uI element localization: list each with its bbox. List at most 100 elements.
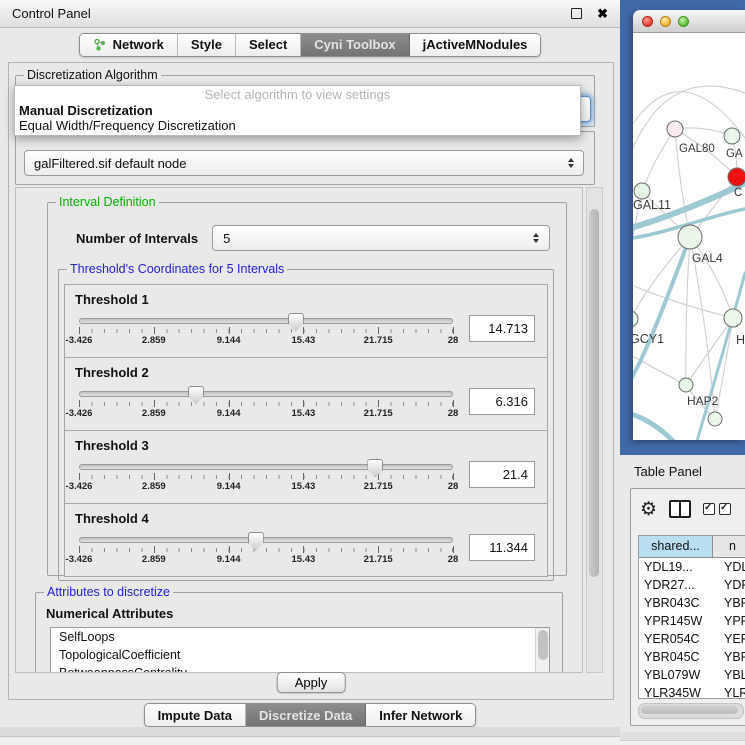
scrollbar-thumb[interactable] — [589, 209, 599, 577]
tab-select[interactable]: Select — [236, 34, 301, 56]
table-row[interactable]: YBL079WYBL0 — [639, 666, 745, 684]
cell-shared-name[interactable]: YDR27... — [639, 576, 718, 594]
list-item[interactable]: SelfLoops — [51, 628, 549, 646]
tab-style[interactable]: Style — [178, 34, 236, 56]
table-horizontal-scrollbar[interactable] — [638, 703, 744, 719]
network-node[interactable] — [678, 225, 702, 249]
threshold-value-field[interactable]: 14.713 — [469, 315, 535, 342]
cell-name[interactable]: YBR0 — [718, 648, 745, 666]
slider-track[interactable] — [79, 464, 453, 470]
scrollbar-thumb[interactable] — [641, 706, 738, 714]
column-header-name[interactable]: n — [713, 536, 745, 557]
slider-tick-label: -3.426 — [66, 408, 93, 419]
table-row[interactable]: YPR145WYPR1 — [639, 612, 745, 630]
tab-network[interactable]: Network — [80, 34, 178, 56]
threshold-value-field[interactable]: 6.316 — [469, 388, 535, 415]
slider-track[interactable] — [79, 318, 453, 324]
tab-infer-network[interactable]: Infer Network — [366, 704, 475, 726]
cell-name[interactable]: YDL1 — [718, 558, 745, 576]
cell-shared-name[interactable]: YPR145W — [639, 612, 718, 630]
slider-tick-label: 9.144 — [217, 481, 241, 492]
table-row[interactable]: YDL19...YDL1 — [639, 558, 745, 576]
slider-major-tick — [229, 400, 230, 407]
threshold-label: Threshold 4 — [75, 511, 547, 526]
network-node[interactable] — [724, 128, 740, 144]
settings-vertical-scrollbar[interactable] — [586, 187, 603, 673]
gear-icon[interactable]: ⚙ — [640, 500, 657, 519]
network-canvas[interactable]: GAL80GACGAL11GAL4GCY1HHAP2 — [633, 33, 745, 440]
table-row[interactable]: YDR27...YDR2 — [639, 576, 745, 594]
threshold-value-field[interactable]: 11.344 — [469, 534, 535, 561]
cell-name[interactable]: YLR3 — [718, 684, 745, 699]
slider-tick-label: 28 — [448, 554, 459, 565]
table-row[interactable]: YLR345WYLR3 — [639, 684, 745, 699]
threshold-slider[interactable]: -3.4262.8599.14415.4321.71528 — [79, 458, 453, 494]
slider-track[interactable] — [79, 391, 453, 397]
cell-shared-name[interactable]: YLR345W — [639, 684, 718, 699]
tab-discretize-data[interactable]: Discretize Data — [246, 704, 366, 726]
split-table-icon[interactable] — [669, 500, 691, 518]
network-node[interactable] — [634, 183, 650, 199]
tab-impute-data[interactable]: Impute Data — [145, 704, 246, 726]
slider-tick-label: 9.144 — [217, 335, 241, 346]
table-row[interactable]: YBR045CYBR0 — [639, 648, 745, 666]
slider-major-tick — [79, 327, 80, 334]
cell-name[interactable]: YBR0 — [718, 594, 745, 612]
close-icon[interactable]: ✖ — [597, 6, 608, 22]
minimize-traffic-light[interactable] — [660, 16, 671, 27]
threshold-slider[interactable]: -3.4262.8599.14415.4321.71528 — [79, 312, 453, 348]
network-node[interactable] — [724, 309, 742, 327]
table-row[interactable]: YER054CYER0 — [639, 630, 745, 648]
cell-shared-name[interactable]: YBR045C — [639, 648, 718, 666]
network-node[interactable] — [679, 378, 693, 392]
cell-shared-name[interactable]: YBL079W — [639, 666, 718, 684]
network-edge-thick[interactable] — [633, 413, 673, 440]
slider-tick-label: 15.43 — [292, 481, 316, 492]
spinner-value: 5 — [223, 231, 230, 246]
slider-minor-ticks — [79, 548, 453, 552]
network-edge[interactable] — [690, 237, 733, 318]
cell-name[interactable]: YDR2 — [718, 576, 745, 594]
network-edge[interactable] — [642, 129, 675, 191]
node-label: GAL4 — [692, 251, 723, 265]
network-edge[interactable] — [633, 283, 733, 318]
cell-shared-name[interactable]: YBR043C — [639, 594, 718, 612]
cell-shared-name[interactable]: YDL19... — [639, 558, 718, 576]
threshold-value-field[interactable]: 21.4 — [469, 461, 535, 488]
control-panel: Control Panel ✖ Network Style Select Cyn… — [0, 0, 620, 745]
cell-name[interactable]: YPR1 — [718, 612, 745, 630]
tab-cyni-toolbox[interactable]: Cyni Toolbox — [301, 34, 409, 56]
network-node[interactable] — [667, 121, 683, 137]
list-item[interactable]: TopologicalCoefficient — [51, 646, 549, 664]
network-edge[interactable] — [686, 237, 690, 385]
network-node[interactable] — [728, 168, 745, 186]
network-node[interactable] — [633, 311, 638, 327]
tab-jactivemnodules[interactable]: jActiveMNodules — [410, 34, 541, 56]
network-edge[interactable] — [675, 128, 732, 136]
number-of-intervals-spinner[interactable]: 5 — [212, 225, 550, 251]
network-node[interactable] — [708, 412, 722, 426]
close-traffic-light[interactable] — [642, 16, 653, 27]
float-panel-icon[interactable] — [571, 8, 582, 19]
table-row[interactable]: YBR043CYBR0 — [639, 594, 745, 612]
cell-name[interactable]: YER0 — [718, 630, 745, 648]
apply-button[interactable]: Apply — [277, 672, 346, 693]
cell-name[interactable]: YBL0 — [718, 666, 745, 684]
dropdown-option-equal-width[interactable]: Equal Width/Frequency Discretization — [15, 118, 580, 133]
interval-definition-group: Interval Definition Number of Intervals … — [47, 202, 567, 576]
table-data-combobox[interactable]: galFiltered.sif default node — [24, 150, 584, 176]
column-header-shared[interactable]: shared... — [639, 536, 713, 557]
slider-track[interactable] — [79, 537, 453, 543]
threshold-slider[interactable]: -3.4262.8599.14415.4321.71528 — [79, 385, 453, 421]
checkbox-checked-icon[interactable] — [703, 503, 715, 515]
cell-shared-name[interactable]: YER054C — [639, 630, 718, 648]
checkbox-checked-icon[interactable] — [719, 503, 731, 515]
zoom-traffic-light[interactable] — [678, 16, 689, 27]
network-edge[interactable] — [686, 318, 733, 385]
list-scrollbar[interactable] — [535, 628, 549, 673]
network-icon — [93, 38, 107, 52]
group-title: Discretization Algorithm — [24, 68, 161, 82]
network-edge-thick[interactable] — [633, 237, 690, 385]
dropdown-option-manual-discretization[interactable]: Manual Discretization — [15, 103, 580, 118]
threshold-slider[interactable]: -3.4262.8599.14415.4321.71528 — [79, 531, 453, 567]
